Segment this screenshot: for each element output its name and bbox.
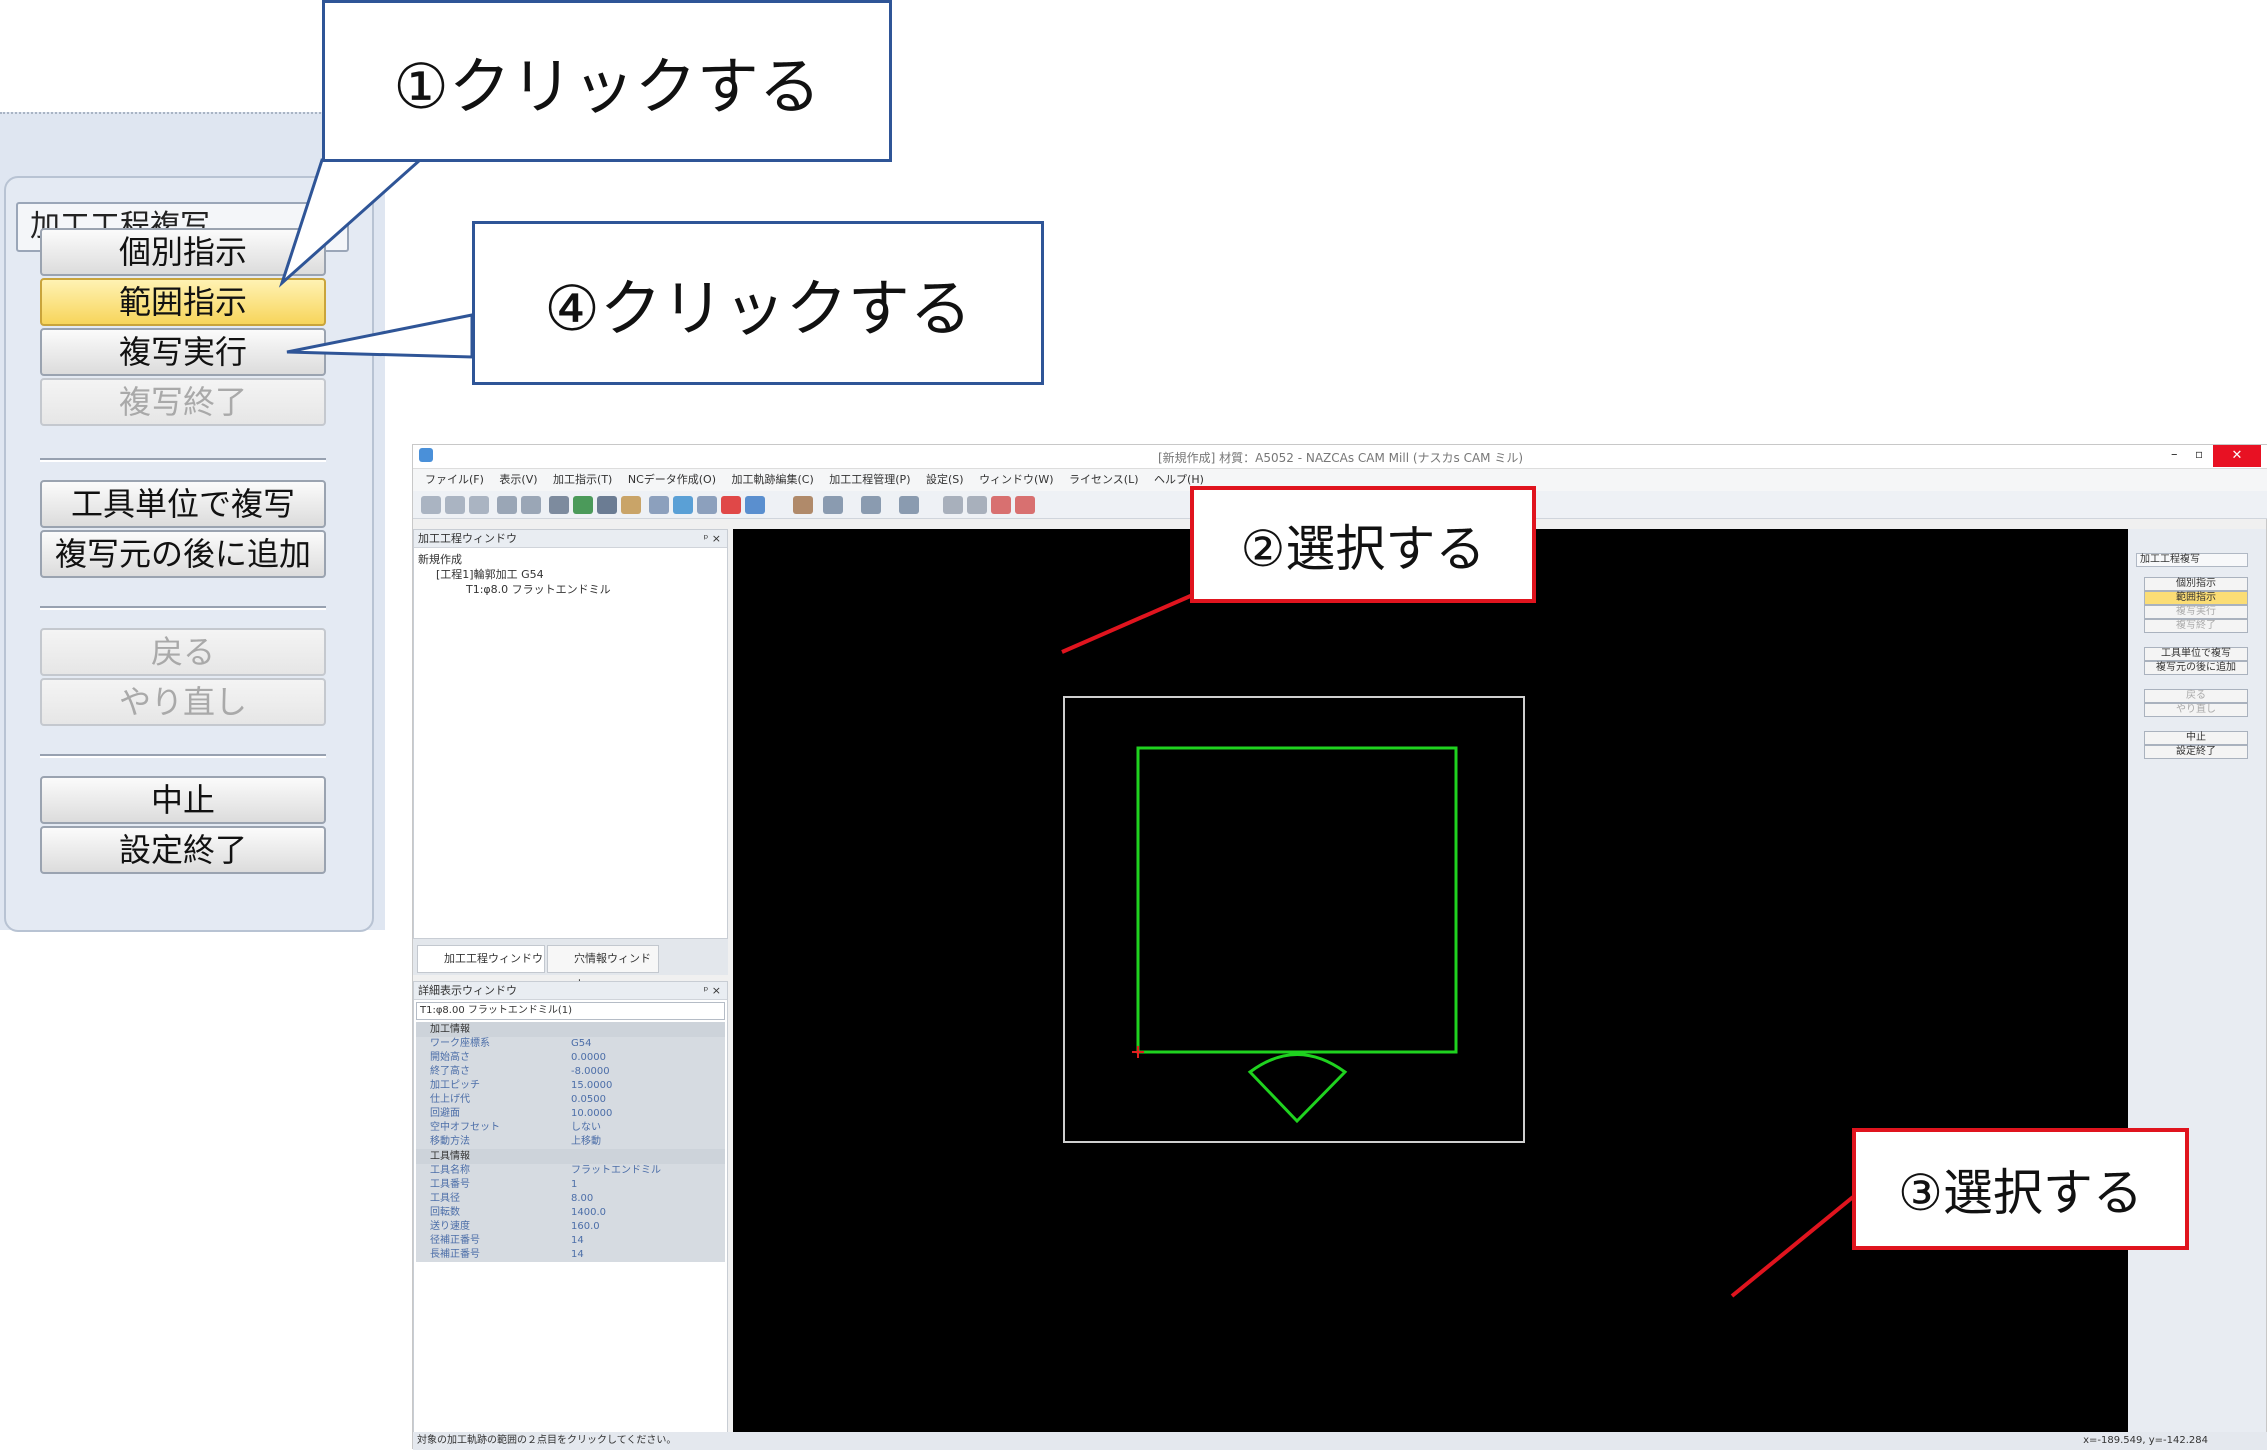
callout-4: ④クリックする xyxy=(472,221,1044,385)
callout-1: ①クリックする xyxy=(322,0,892,162)
callout1-pointer xyxy=(278,158,424,288)
callout3-pointer xyxy=(1730,1195,1855,1298)
callout-2: ②選択する xyxy=(1190,486,1536,603)
callout-3: ③選択する xyxy=(1852,1128,2189,1250)
callout4-pointer xyxy=(286,313,474,359)
callout2-pointer xyxy=(1061,592,1196,654)
